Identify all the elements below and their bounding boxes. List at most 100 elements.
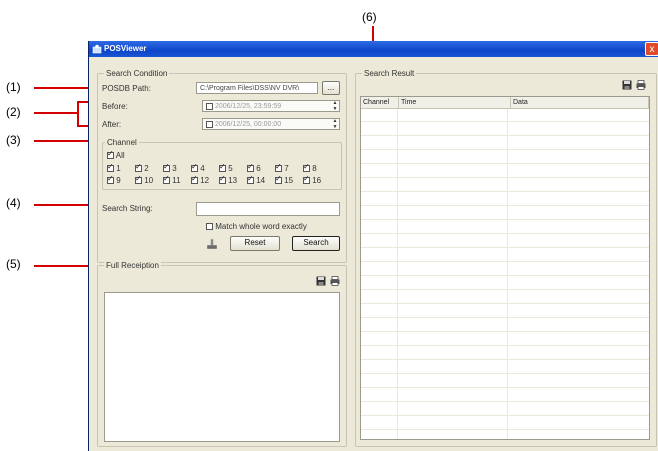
channel-option[interactable]: 9 [107,174,121,185]
search-button[interactable]: Search [292,236,340,251]
posdb-path-field[interactable]: C:\Program Files\DSS\NV DVR\ [196,82,318,94]
after-spin[interactable]: ▲ ▼ [331,118,339,130]
channel-checkbox[interactable] [247,162,254,173]
close-button[interactable]: x [645,42,658,56]
channel-option[interactable]: 13 [219,174,238,185]
channel-checkbox[interactable] [191,174,198,185]
channel-label: 16 [312,176,322,185]
channel-label: 11 [172,176,181,185]
after-checkbox[interactable] [206,120,213,128]
channel-label: 2 [144,164,149,173]
grid-line [361,331,649,332]
grid-line [361,121,649,122]
grid-line [361,415,649,416]
channel-label: 3 [172,164,177,173]
channel-label: 4 [200,164,205,173]
channel-group: Channel All 1 2 3 4 5 6 7 8 9 10 11 12 1… [102,138,342,190]
browse-button[interactable]: ... [322,81,340,95]
channel-option[interactable]: 11 [163,174,181,185]
channel-label: 9 [116,176,121,185]
search-result-table: Channel Time Data [361,97,649,109]
channel-checkbox[interactable] [303,162,310,173]
before-checkbox[interactable] [206,102,213,110]
channel-checkbox[interactable] [163,174,170,185]
after-datetime-field[interactable]: 2006/12/25, 00:00:00 [202,118,340,130]
channel-option[interactable]: 14 [247,174,266,185]
grid-line [361,373,649,374]
match-whole-word-checkbox[interactable] [206,223,213,231]
match-whole-word-label: Match whole word exactly [215,222,307,231]
title-bar: POSViewer x [89,41,658,57]
channel-checkbox[interactable] [135,174,142,185]
channel-option[interactable]: 3 [163,162,177,173]
channel-option[interactable]: 4 [191,162,205,173]
channel-label: 5 [228,164,233,173]
clear-icon[interactable] [206,238,218,250]
channel-option[interactable]: 1 [107,162,121,173]
before-spin[interactable]: ▲ ▼ [331,100,339,112]
channel-checkbox[interactable] [219,174,226,185]
grid-line [361,261,649,262]
channel-checkbox[interactable] [275,174,282,185]
channel-label: 1 [116,164,121,173]
grid-line [361,387,649,388]
channel-option[interactable]: 15 [275,174,293,185]
column-header-time[interactable]: Time [398,97,511,109]
search-condition-group: Search Condition POSDB Path: C:\Program … [97,69,347,263]
channel-label: 12 [200,176,210,185]
channel-checkbox[interactable] [247,174,254,185]
channel-option[interactable]: 8 [303,162,317,173]
full-reception-legend: Full Receiption [104,261,161,270]
table-header-row: Channel Time Data [361,97,649,109]
channel-all-checkbox[interactable] [107,149,114,160]
channel-all-option[interactable]: All [107,149,125,160]
channel-option[interactable]: 5 [219,162,233,173]
channel-option[interactable]: 2 [135,162,149,173]
reset-button[interactable]: Reset [230,236,280,251]
print-icon[interactable] [330,276,340,286]
grid-line [361,149,649,150]
channel-checkbox[interactable] [303,174,310,185]
channel-option[interactable]: 7 [275,162,289,173]
search-result-legend: Search Result [362,69,417,78]
channel-option[interactable]: 6 [247,162,261,173]
callout-2: (2) [6,105,21,119]
channel-label: 10 [144,176,154,185]
callout-1: (1) [6,80,21,94]
channel-checkbox[interactable] [107,174,114,185]
channel-option[interactable]: 10 [135,174,154,185]
channel-option[interactable]: 12 [191,174,210,185]
channel-checkbox[interactable] [163,162,170,173]
window-title: POSViewer [104,44,147,53]
match-whole-word-option[interactable]: Match whole word exactly [206,222,307,231]
save-icon[interactable] [316,276,326,286]
after-label: After: [102,120,122,129]
column-header-data[interactable]: Data [510,97,649,109]
full-reception-text-area[interactable] [104,292,340,442]
channel-label: 14 [256,176,266,185]
grid-line [361,205,649,206]
grid-line [361,289,649,290]
column-header-channel[interactable]: Channel [361,97,399,109]
channel-label: 13 [228,176,238,185]
before-label: Before: [102,102,128,111]
grid-line [361,275,649,276]
grid-line [361,317,649,318]
callout-5: (5) [6,257,21,271]
print-icon[interactable] [636,80,646,90]
grid-line [361,135,649,136]
channel-checkbox[interactable] [107,162,114,173]
channel-checkbox[interactable] [219,162,226,173]
search-string-input[interactable] [196,202,340,216]
channel-all-label: All [115,151,125,160]
before-datetime-field[interactable]: 2006/12/25, 23:59:59 [202,100,340,112]
channel-checkbox[interactable] [275,162,282,173]
save-icon[interactable] [622,80,632,90]
grid-line [361,401,649,402]
channel-checkbox[interactable] [135,162,142,173]
search-result-list[interactable]: Channel Time Data [360,96,650,440]
grid-line [361,191,649,192]
channel-label: 6 [256,164,261,173]
channel-option[interactable]: 16 [303,174,322,185]
channel-checkbox[interactable] [191,162,198,173]
